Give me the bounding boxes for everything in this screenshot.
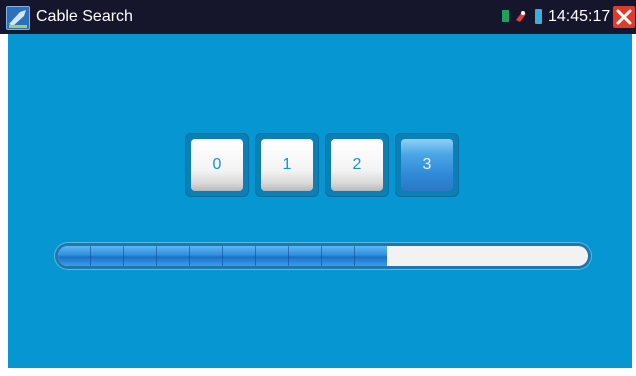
sim-icon [502,10,509,22]
progress-track [58,246,588,266]
cable-search-panel: 0 1 2 3 [8,34,632,368]
digit-button-2[interactable]: 2 [326,134,388,196]
digit-label: 2 [331,139,383,191]
close-button[interactable] [613,6,635,28]
close-icon [616,9,632,25]
digit-selector: 0 1 2 3 [186,134,466,200]
app-title: Cable Search [36,8,133,25]
signal-strength-bar [54,242,592,270]
digit-button-3[interactable]: 3 [396,134,458,196]
progress-fill [58,246,387,266]
battery-icon [535,9,542,24]
digit-label: 3 [401,139,453,191]
digit-button-0[interactable]: 0 [186,134,248,196]
digit-label: 1 [261,139,313,191]
digit-button-1[interactable]: 1 [256,134,318,196]
cable-tester-app-icon [6,6,30,30]
link-icon [514,8,528,24]
screen: Cable Search 14:45:17 0 1 2 3 [0,0,636,376]
title-bar: Cable Search 14:45:17 [0,0,636,34]
clock: 14:45:17 [548,8,611,25]
digit-label: 0 [191,139,243,191]
